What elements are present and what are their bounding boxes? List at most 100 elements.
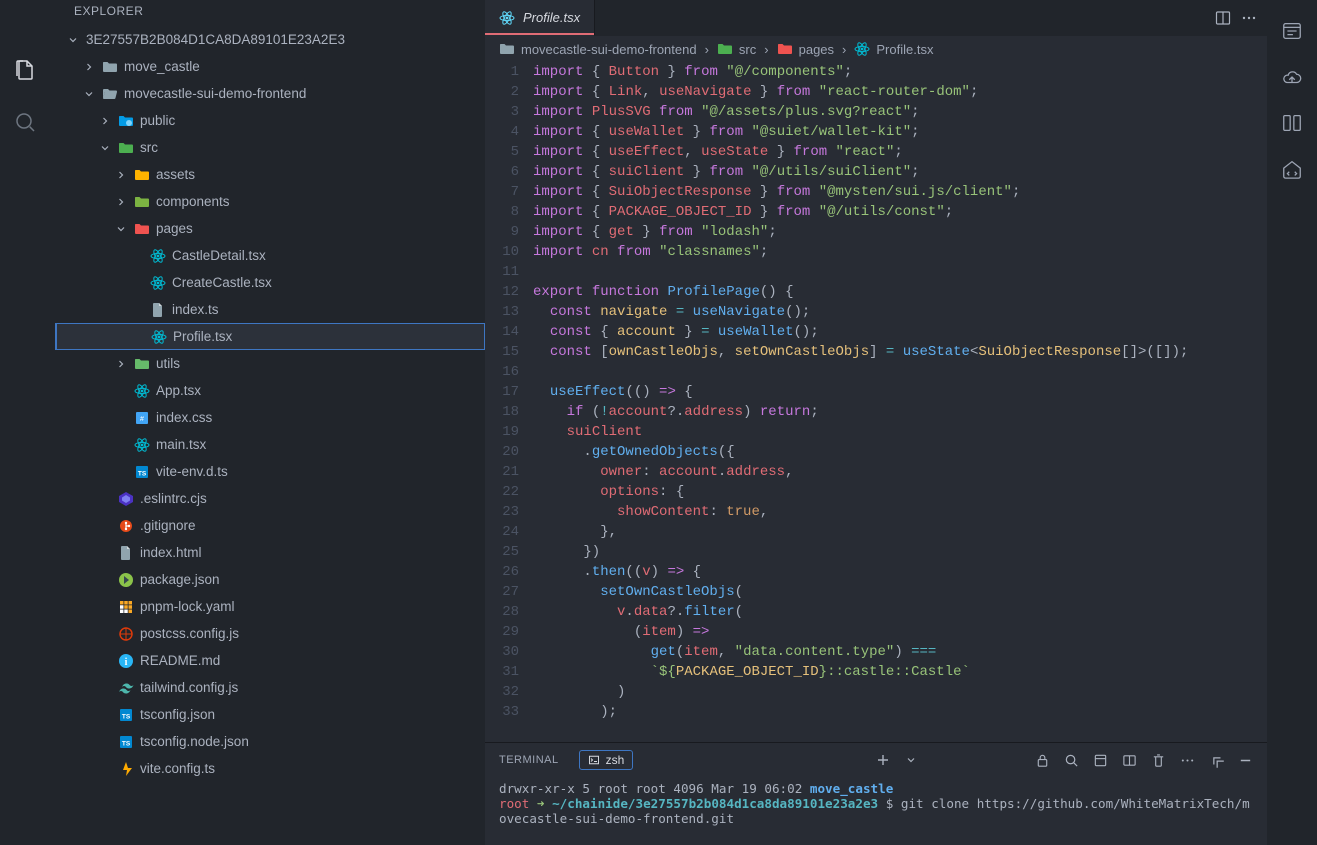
- tree-item[interactable]: index.html: [56, 539, 485, 566]
- breadcrumb-item[interactable]: pages: [777, 41, 834, 57]
- code-line[interactable]: import { useEffect, useState } from "rea…: [533, 142, 1267, 162]
- code-line[interactable]: import cn from "classnames";: [533, 242, 1267, 262]
- tree-item[interactable]: pages: [56, 215, 485, 242]
- tree-item[interactable]: movecastle-sui-demo-frontend: [56, 80, 485, 107]
- code-area[interactable]: import { Button } from "@/components";im…: [533, 62, 1267, 742]
- search-activity-icon[interactable]: [11, 108, 39, 136]
- hide-panel-icon[interactable]: [1238, 753, 1253, 768]
- tree-item[interactable]: App.tsx: [56, 377, 485, 404]
- outline-icon[interactable]: [1281, 20, 1303, 42]
- tree-item[interactable]: index.ts: [56, 296, 485, 323]
- chevron-right-icon[interactable]: [82, 60, 96, 74]
- tab-profile[interactable]: Profile.tsx: [485, 0, 595, 36]
- tree-item[interactable]: CreateCastle.tsx: [56, 269, 485, 296]
- tree-item[interactable]: src: [56, 134, 485, 161]
- tree-item[interactable]: .gitignore: [56, 512, 485, 539]
- code-line[interactable]: showContent: true,: [533, 502, 1267, 522]
- tree-item[interactable]: TStsconfig.node.json: [56, 728, 485, 755]
- search-icon[interactable]: [1064, 753, 1079, 768]
- code-line[interactable]: import { suiClient } from "@/utils/suiCl…: [533, 162, 1267, 182]
- code-line[interactable]: const { account } = useWallet();: [533, 322, 1267, 342]
- tree-item[interactable]: 3E27557B2B084D1CA8DA89101E23A2E3: [56, 26, 485, 53]
- code-line[interactable]: owner: account.address,: [533, 462, 1267, 482]
- code-line[interactable]: import { SuiObjectResponse } from "@myst…: [533, 182, 1267, 202]
- code-line[interactable]: const [ownCastleObjs, setOwnCastleObjs] …: [533, 342, 1267, 362]
- code-line[interactable]: v.data?.filter(: [533, 602, 1267, 622]
- tree-item[interactable]: CastleDetail.tsx: [56, 242, 485, 269]
- chevron-right-icon[interactable]: [114, 168, 128, 182]
- chevron-right-icon[interactable]: [98, 114, 112, 128]
- code-line[interactable]: import { PACKAGE_OBJECT_ID } from "@/uti…: [533, 202, 1267, 222]
- code-line[interactable]: [533, 262, 1267, 282]
- tree-item[interactable]: TSvite-env.d.ts: [56, 458, 485, 485]
- code-line[interactable]: `${PACKAGE_OBJECT_ID}::castle::Castle`: [533, 662, 1267, 682]
- code-line[interactable]: import { Button } from "@/components";: [533, 62, 1267, 82]
- code-line[interactable]: const navigate = useNavigate();: [533, 302, 1267, 322]
- tree-item[interactable]: TStsconfig.json: [56, 701, 485, 728]
- breadcrumb-item[interactable]: Profile.tsx: [854, 41, 933, 57]
- more-actions-icon[interactable]: [1180, 753, 1195, 768]
- chevron-down-icon[interactable]: [82, 87, 96, 101]
- code-line[interactable]: if (!account?.address) return;: [533, 402, 1267, 422]
- code-line[interactable]: import { get } from "lodash";: [533, 222, 1267, 242]
- clear-icon[interactable]: [1093, 753, 1108, 768]
- terminal-session[interactable]: zsh: [579, 750, 634, 770]
- tree-item[interactable]: Profile.tsx: [55, 323, 485, 350]
- tree-item[interactable]: iREADME.md: [56, 647, 485, 674]
- split-terminal-icon[interactable]: [1122, 753, 1137, 768]
- chevron-down-icon[interactable]: [905, 754, 917, 766]
- chevron-right-icon[interactable]: [114, 195, 128, 209]
- tree-item[interactable]: public: [56, 107, 485, 134]
- kill-terminal-icon[interactable]: [1151, 753, 1166, 768]
- code-line[interactable]: import PlusSVG from "@/assets/plus.svg?r…: [533, 102, 1267, 122]
- code-line[interactable]: }): [533, 542, 1267, 562]
- code-editor[interactable]: 1234567891011121314151617181920212223242…: [485, 62, 1267, 742]
- lock-icon[interactable]: [1035, 753, 1050, 768]
- terminal-output[interactable]: drwxr-xr-x 5 root root 4096 Mar 19 06:02…: [485, 777, 1267, 845]
- home-code-icon[interactable]: [1281, 158, 1303, 180]
- new-terminal-icon[interactable]: [875, 752, 891, 768]
- tree-item[interactable]: components: [56, 188, 485, 215]
- code-line[interactable]: useEffect(() => {: [533, 382, 1267, 402]
- code-line[interactable]: ): [533, 682, 1267, 702]
- tree-item[interactable]: tailwind.config.js: [56, 674, 485, 701]
- code-line[interactable]: import { useWallet } from "@suiet/wallet…: [533, 122, 1267, 142]
- tree-item[interactable]: vite.config.ts: [56, 755, 485, 782]
- breadcrumb-item[interactable]: movecastle-sui-demo-frontend: [499, 41, 697, 57]
- breadcrumb-label: src: [739, 42, 756, 57]
- panel-tab-terminal[interactable]: TERMINAL: [499, 743, 559, 777]
- tree-item[interactable]: utils: [56, 350, 485, 377]
- code-line[interactable]: import { Link, useNavigate } from "react…: [533, 82, 1267, 102]
- tree-item[interactable]: package.json: [56, 566, 485, 593]
- tree-item[interactable]: assets: [56, 161, 485, 188]
- code-line[interactable]: .getOwnedObjects({: [533, 442, 1267, 462]
- code-line[interactable]: setOwnCastleObjs(: [533, 582, 1267, 602]
- breadcrumbs[interactable]: movecastle-sui-demo-frontend›src›pages›P…: [485, 36, 1267, 62]
- tree-item[interactable]: #index.css: [56, 404, 485, 431]
- tree-item[interactable]: move_castle: [56, 53, 485, 80]
- chevron-down-icon[interactable]: [98, 141, 112, 155]
- code-line[interactable]: export function ProfilePage() {: [533, 282, 1267, 302]
- code-line[interactable]: (item) =>: [533, 622, 1267, 642]
- code-line[interactable]: [533, 362, 1267, 382]
- code-line[interactable]: },: [533, 522, 1267, 542]
- layout-icon[interactable]: [1281, 112, 1303, 134]
- tree-item[interactable]: main.tsx: [56, 431, 485, 458]
- code-line[interactable]: suiClient: [533, 422, 1267, 442]
- chevron-right-icon[interactable]: [114, 357, 128, 371]
- split-editor-icon[interactable]: [1215, 10, 1231, 26]
- code-line[interactable]: options: {: [533, 482, 1267, 502]
- chevron-down-icon[interactable]: [114, 222, 128, 236]
- breadcrumb-item[interactable]: src: [717, 41, 756, 57]
- tree-item[interactable]: .eslintrc.cjs: [56, 485, 485, 512]
- code-line[interactable]: );: [533, 702, 1267, 722]
- more-actions-icon[interactable]: [1241, 10, 1257, 26]
- cloud-icon[interactable]: [1281, 66, 1303, 88]
- code-line[interactable]: .then((v) => {: [533, 562, 1267, 582]
- tree-item[interactable]: pnpm-lock.yaml: [56, 593, 485, 620]
- tree-item[interactable]: postcss.config.js: [56, 620, 485, 647]
- maximize-panel-icon[interactable]: [1209, 753, 1224, 768]
- explorer-activity-icon[interactable]: [11, 56, 39, 84]
- chevron-down-icon[interactable]: [66, 33, 80, 47]
- code-line[interactable]: get(item, "data.content.type") ===: [533, 642, 1267, 662]
